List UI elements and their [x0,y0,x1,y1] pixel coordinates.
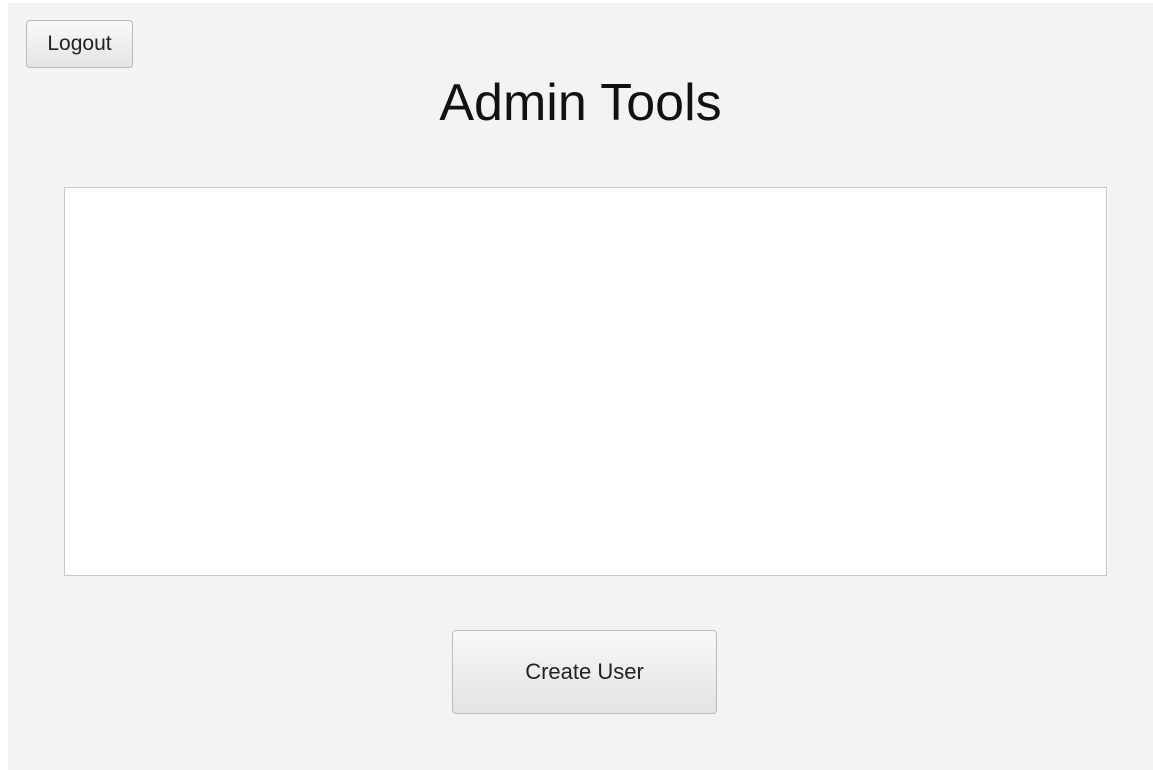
create-user-button[interactable]: Create User [452,630,717,714]
logout-button[interactable]: Logout [26,20,133,68]
admin-tools-window: Logout Admin Tools Create User [8,3,1153,770]
page-title: Admin Tools [439,74,722,132]
user-list[interactable] [64,187,1107,576]
